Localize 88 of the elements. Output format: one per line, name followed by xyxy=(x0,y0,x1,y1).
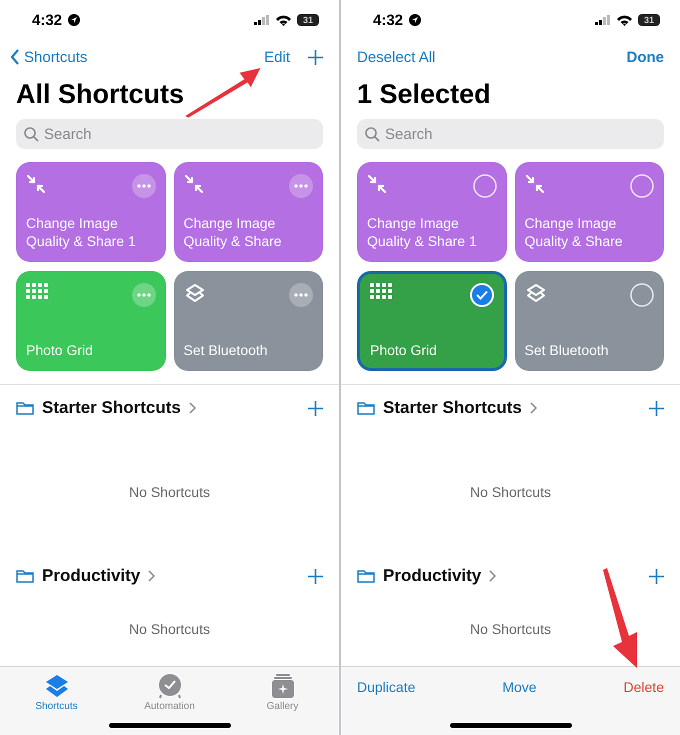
shortcut-tile[interactable]: Change Image Quality & Share xyxy=(174,162,323,262)
dot-grid-icon xyxy=(370,283,392,299)
tab-item[interactable]: Gallery xyxy=(242,673,322,712)
folder-title[interactable]: Productivity xyxy=(42,566,140,586)
chevron-right-icon xyxy=(188,402,196,414)
folder-icon xyxy=(357,569,375,583)
shortcut-name: Change Image Quality & Share 1 xyxy=(367,214,478,250)
signal-icon xyxy=(254,15,270,25)
page-title: 1 Selected xyxy=(357,78,491,110)
shortcut-name: Change Image Quality & Share xyxy=(184,214,283,250)
compress-arrows-icon xyxy=(184,174,204,194)
shortcut-name: Photo Grid xyxy=(26,341,94,359)
add-icon[interactable] xyxy=(308,568,323,584)
add-icon[interactable] xyxy=(308,50,323,64)
more-button[interactable] xyxy=(132,174,156,198)
folder-icon xyxy=(16,401,34,415)
more-button[interactable] xyxy=(132,283,156,307)
selection-circle-icon[interactable] xyxy=(472,174,496,198)
location-icon xyxy=(409,14,422,26)
toolbar-action[interactable]: Delete xyxy=(624,679,664,695)
layers-icon xyxy=(44,673,70,699)
chevron-right-icon xyxy=(148,570,156,582)
shortcut-tile[interactable]: Change Image Quality & Share 1 xyxy=(16,162,166,262)
battery-level: 31 xyxy=(638,14,660,26)
layers-icon xyxy=(524,283,546,305)
more-button[interactable] xyxy=(289,174,313,198)
shortcut-name: Set Bluetooth xyxy=(524,341,610,359)
search-icon xyxy=(365,127,380,142)
empty-message: No Shortcuts xyxy=(470,621,551,637)
tab-item[interactable]: Automation xyxy=(130,673,210,712)
empty-message: No Shortcuts xyxy=(129,484,210,500)
tab-item[interactable]: Shortcuts xyxy=(16,673,96,712)
compress-arrows-icon xyxy=(524,174,544,194)
page-title: All Shortcuts xyxy=(16,78,184,110)
back-button[interactable]: Shortcuts xyxy=(10,48,88,66)
more-dots-icon xyxy=(136,184,150,188)
folder-icon xyxy=(357,401,375,415)
shortcut-name: Change Image Quality & Share 1 xyxy=(26,214,137,250)
shortcut-tile[interactable]: Photo Grid xyxy=(16,271,166,371)
folder-title[interactable]: Starter Shortcuts xyxy=(383,398,522,418)
nav-button[interactable]: Edit xyxy=(264,48,290,66)
shortcut-tile[interactable]: Change Image Quality & Share 1 xyxy=(357,162,506,262)
shortcut-name: Change Image Quality & Share xyxy=(524,214,624,250)
wifi-icon xyxy=(617,14,632,26)
folder-title[interactable]: Starter Shortcuts xyxy=(42,398,181,418)
folder-title[interactable]: Productivity xyxy=(383,566,482,586)
add-icon[interactable] xyxy=(308,400,323,416)
shortcut-tile[interactable]: Photo Grid xyxy=(357,271,506,371)
compress-arrows-icon xyxy=(367,174,387,194)
selection-circle-icon[interactable] xyxy=(630,174,654,198)
status-time: 4:32 xyxy=(32,12,62,28)
deselect-all-button[interactable]: Deselect All xyxy=(357,48,436,66)
gallery-icon xyxy=(270,673,296,699)
search-icon xyxy=(24,127,39,142)
back-chevron-icon xyxy=(10,49,20,65)
more-dots-icon xyxy=(136,293,150,297)
chevron-right-icon xyxy=(530,402,537,414)
shortcut-name: Photo Grid xyxy=(370,341,438,359)
location-icon xyxy=(68,14,80,26)
shortcut-name: Set Bluetooth xyxy=(184,341,269,359)
add-icon[interactable] xyxy=(649,568,664,584)
empty-message: No Shortcuts xyxy=(470,484,551,500)
layers-icon xyxy=(184,283,206,305)
status-time: 4:32 xyxy=(373,12,404,28)
clock-check-icon xyxy=(156,673,182,699)
toolbar-action[interactable]: Move xyxy=(502,679,537,695)
shortcut-tile[interactable]: Set Bluetooth xyxy=(514,271,664,371)
more-dots-icon xyxy=(294,293,308,297)
wifi-icon xyxy=(276,14,291,26)
folder-icon xyxy=(16,569,34,583)
shortcut-tile[interactable]: Set Bluetooth xyxy=(174,271,323,371)
add-icon[interactable] xyxy=(649,400,664,416)
chevron-right-icon xyxy=(489,570,496,582)
search-field[interactable]: Search xyxy=(16,119,323,149)
dot-grid-icon xyxy=(26,283,48,299)
nav-button[interactable]: Done xyxy=(626,48,664,66)
more-button[interactable] xyxy=(289,283,313,307)
shortcut-tile[interactable]: Change Image Quality & Share xyxy=(514,162,664,262)
selection-circle-icon[interactable] xyxy=(630,283,654,307)
compress-arrows-icon xyxy=(26,174,46,194)
toolbar-action[interactable]: Duplicate xyxy=(357,679,416,695)
battery-level: 31 xyxy=(297,14,319,26)
selected-check-icon[interactable] xyxy=(470,283,494,307)
search-field[interactable]: Search xyxy=(357,119,664,149)
more-dots-icon xyxy=(294,184,308,188)
signal-icon xyxy=(595,15,611,25)
back-label: Shortcuts xyxy=(24,48,88,66)
empty-message: No Shortcuts xyxy=(129,621,210,637)
